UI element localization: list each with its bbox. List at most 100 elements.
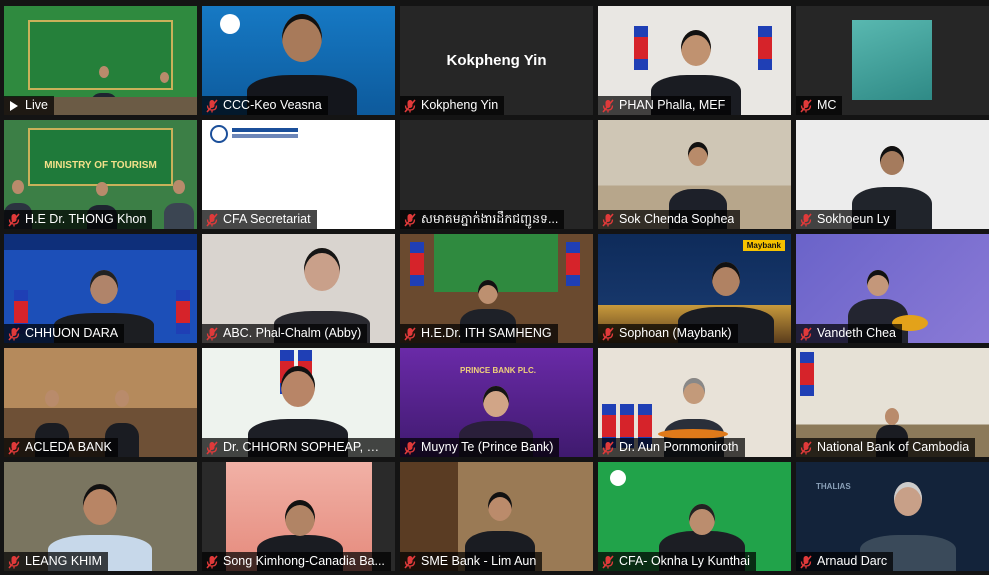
participant-name: SME Bank - Lim Aun xyxy=(421,554,537,568)
participant-head xyxy=(880,146,904,175)
cambodia-flag xyxy=(800,352,814,396)
muted-mic-icon xyxy=(800,326,812,341)
muted-mic-icon xyxy=(8,440,20,455)
participant-name: Vandeth Chea xyxy=(817,326,896,340)
participant-name: សមាគមភ្នាក់ងារដឹកជញ្ជូនទ... xyxy=(421,212,559,226)
cfa-logo xyxy=(210,125,228,143)
participant-head xyxy=(478,280,498,304)
organization-logo xyxy=(220,14,240,34)
participant-tile[interactable]: CFA Secretariat xyxy=(202,120,395,229)
participant-name: Live xyxy=(25,98,48,112)
muted-mic-icon xyxy=(602,98,614,113)
participant-name: Sophoan (Maybank) xyxy=(619,326,732,340)
muted-mic-icon xyxy=(206,326,218,341)
cambodia-flag xyxy=(634,26,648,70)
name-label-bar: National Bank of Cambodia xyxy=(796,438,976,457)
profile-image xyxy=(852,20,932,100)
participant-name: LEANG KHIM xyxy=(25,554,103,568)
participant-name: MC xyxy=(817,98,837,112)
participant-name: CFA Secretariat xyxy=(223,212,311,226)
participant-tile[interactable]: Sok Chenda Sophea xyxy=(598,120,791,229)
participant-name: Kokpheng Yin xyxy=(421,98,499,112)
participant-tile[interactable]: THALIAS Arnaud Darc xyxy=(796,462,989,571)
muted-mic-icon xyxy=(206,554,218,569)
name-label-bar: Sophoan (Maybank) xyxy=(598,324,738,343)
muted-mic-icon xyxy=(602,554,614,569)
muted-mic-icon xyxy=(206,440,218,455)
participant-head xyxy=(285,500,315,536)
muted-mic-icon xyxy=(800,440,812,455)
cambodia-flag xyxy=(410,242,424,286)
cambodia-flag xyxy=(758,26,772,70)
participant-head xyxy=(115,390,129,407)
cfa-logo-lines xyxy=(232,128,298,132)
name-label-bar: Kokpheng Yin xyxy=(400,96,505,115)
participant-tile[interactable]: Kokpheng Yin Kokpheng Yin xyxy=(400,6,593,115)
participant-tile[interactable]: Maybank Sophoan (Maybank) xyxy=(598,234,791,343)
participant-tile[interactable]: Dr. Aun Pornmoniroth xyxy=(598,348,791,457)
participant-tile[interactable]: ABC. Phal-Chalm (Abby) xyxy=(202,234,395,343)
muted-mic-icon xyxy=(8,326,20,341)
muted-mic-icon xyxy=(800,98,812,113)
muted-mic-icon xyxy=(8,212,20,227)
name-label-bar: MC xyxy=(796,96,843,115)
participant-tile[interactable]: Live xyxy=(4,6,197,115)
participant-tile[interactable]: Sokhoeun Ly xyxy=(796,120,989,229)
participant-tile[interactable]: SME Bank - Lim Aun xyxy=(400,462,593,571)
video-grid: Live CCC-Keo Veasna Kokpheng Yin Kokpheng Y… xyxy=(0,0,989,575)
participant-name: Dr. Aun Pornmoniroth xyxy=(619,440,739,454)
participant-tile[interactable]: H.E.Dr. ITH SAMHENG xyxy=(400,234,593,343)
participant-tile[interactable]: LEANG KHIM xyxy=(4,462,197,571)
participant-name: Sok Chenda Sophea xyxy=(619,212,735,226)
muted-mic-icon xyxy=(602,212,614,227)
participant-head xyxy=(885,408,899,425)
participant-head xyxy=(90,270,118,304)
participant-name: CCC-Keo Veasna xyxy=(223,98,322,112)
participant-head xyxy=(689,504,715,536)
name-label-bar: CHHUON DARA xyxy=(4,324,125,343)
participant-head xyxy=(282,14,322,62)
name-label-bar: Live xyxy=(4,96,54,115)
participant-tile[interactable]: Song Kimhong-Canadia Ba... xyxy=(202,462,395,571)
name-label-bar: PHAN Phalla, MEF xyxy=(598,96,732,115)
participant-name-display: Kokpheng Yin xyxy=(446,52,547,69)
name-label-bar: Muyny Te (Prince Bank) xyxy=(400,438,560,457)
name-label-bar: CFA- Oknha Ly Kunthai xyxy=(598,552,756,571)
participant-tile[interactable]: MINISTRY OF TOURISM H.E Dr. THONG Khon xyxy=(4,120,197,229)
participant-tile[interactable]: សមាគមភ្នាក់ងារដឹកជញ្ជូនទ... xyxy=(400,120,593,229)
participant-tile[interactable]: Vandeth Chea xyxy=(796,234,989,343)
name-label-bar: សមាគមភ្នាក់ងារដឹកជញ្ជូនទ... xyxy=(400,210,565,229)
name-label-bar: Vandeth Chea xyxy=(796,324,902,343)
participant-tile[interactable]: ACLEDA BANK xyxy=(4,348,197,457)
participant-tile[interactable]: National Bank of Cambodia xyxy=(796,348,989,457)
muted-mic-icon xyxy=(8,554,20,569)
participant-name: Song Kimhong-Canadia Ba... xyxy=(223,554,385,568)
participant-head xyxy=(867,270,889,297)
participant-head xyxy=(488,492,512,521)
participant-name: CHHUON DARA xyxy=(25,326,119,340)
name-label-bar: ABC. Phal-Chalm (Abby) xyxy=(202,324,368,343)
participant-tile[interactable]: PRINCE BANK PLC. Muyny Te (Prince Bank) xyxy=(400,348,593,457)
participant-tile[interactable]: CHHUON DARA xyxy=(4,234,197,343)
muted-mic-icon xyxy=(206,212,218,227)
name-label-bar: Sok Chenda Sophea xyxy=(598,210,741,229)
participant-head xyxy=(99,66,109,78)
participant-name: Muyny Te (Prince Bank) xyxy=(421,440,554,454)
participant-name: ABC. Phal-Chalm (Abby) xyxy=(223,326,362,340)
participant-head xyxy=(304,248,340,292)
live-indicator-icon xyxy=(8,99,20,113)
participant-tile[interactable]: CCC-Keo Veasna xyxy=(202,6,395,115)
name-label-bar: CCC-Keo Veasna xyxy=(202,96,328,115)
participant-tile[interactable]: PHAN Phalla, MEF xyxy=(598,6,791,115)
participant-tile[interactable]: MC xyxy=(796,6,989,115)
participant-head xyxy=(12,180,24,195)
participant-name: Arnaud Darc xyxy=(817,554,888,568)
name-label-bar: Dr. Aun Pornmoniroth xyxy=(598,438,745,457)
name-label-bar: Sokhoeun Ly xyxy=(796,210,896,229)
muted-mic-icon xyxy=(404,554,416,569)
participant-name: Sokhoeun Ly xyxy=(817,212,890,226)
name-label-bar: H.E.Dr. ITH SAMHENG xyxy=(400,324,558,343)
participant-body xyxy=(164,203,194,229)
participant-tile[interactable]: Dr. CHHORN SOPHEAP, MEF xyxy=(202,348,395,457)
participant-tile[interactable]: CFA- Oknha Ly Kunthai xyxy=(598,462,791,571)
